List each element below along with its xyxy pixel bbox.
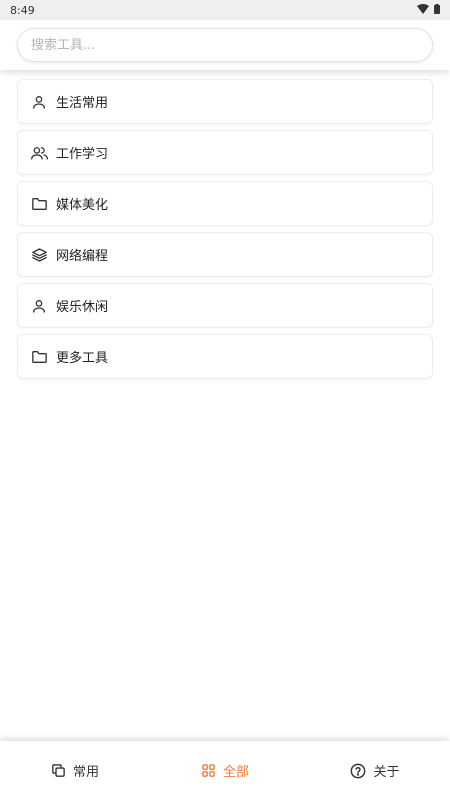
layers-icon <box>30 246 48 264</box>
grid-icon <box>201 763 216 778</box>
status-time: 8:49 <box>10 3 35 17</box>
wifi-icon <box>417 3 429 17</box>
nav-tab-all[interactable]: 全部 <box>150 741 300 800</box>
copy-icon <box>51 763 66 778</box>
nav-tab-label: 常用 <box>72 765 99 780</box>
category-item-media[interactable]: 媒体美化 <box>17 181 433 226</box>
category-item-life[interactable]: 生活常用 <box>17 79 433 124</box>
category-item-network[interactable]: 网络编程 <box>17 232 433 277</box>
folder-icon <box>30 195 48 213</box>
help-circle-icon <box>350 763 366 779</box>
category-label: 媒体美化 <box>56 198 109 213</box>
category-label: 更多工具 <box>56 351 109 366</box>
search-box[interactable] <box>17 28 433 62</box>
battery-icon <box>434 3 440 17</box>
category-label: 生活常用 <box>56 96 109 111</box>
user-icon <box>30 93 48 111</box>
status-bar: 8:49 <box>0 0 450 20</box>
category-label: 娱乐休闲 <box>56 300 109 315</box>
nav-tab-label: 全部 <box>222 765 249 780</box>
category-item-entertainment[interactable]: 娱乐休闲 <box>17 283 433 328</box>
folder-icon <box>30 348 48 366</box>
category-item-work[interactable]: 工作学习 <box>17 130 433 175</box>
nav-tab-common[interactable]: 常用 <box>0 741 150 800</box>
category-label: 网络编程 <box>56 249 109 264</box>
status-icons <box>417 3 440 17</box>
search-bar-container <box>0 20 450 70</box>
users-icon <box>30 144 48 162</box>
category-list: 生活常用 工作学习 媒体美化 网络编程 娱乐休闲 更多工具 <box>17 79 433 385</box>
bottom-nav: 常用 全部 关于 <box>0 741 450 800</box>
user-icon <box>30 297 48 315</box>
search-input[interactable] <box>18 29 432 61</box>
nav-tab-about[interactable]: 关于 <box>300 741 450 800</box>
category-label: 工作学习 <box>56 147 109 162</box>
category-item-more[interactable]: 更多工具 <box>17 334 433 379</box>
nav-tab-label: 关于 <box>373 765 400 780</box>
